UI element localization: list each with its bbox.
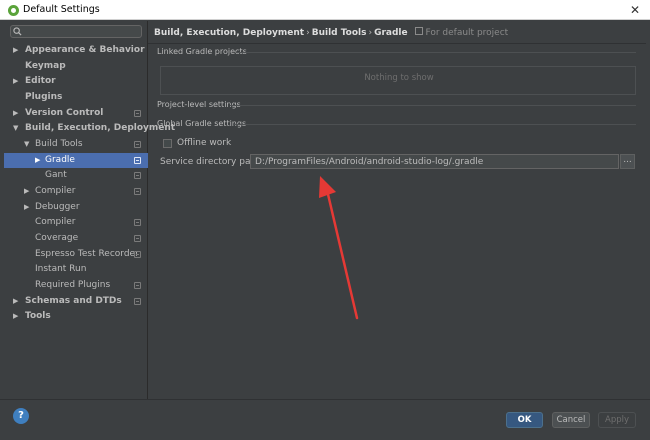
scope-label: For default project [414,27,509,38]
linked-projects-list[interactable]: Nothing to show [160,66,636,95]
header-divider [148,43,646,44]
sidebar-item-label: Schemas and DTDs [25,296,122,306]
breadcrumb-item: Build Tools [311,28,367,38]
collapsed-arrow-icon[interactable]: ▶ [13,43,18,58]
service-directory-field[interactable]: D:/ProgramFiles/Android/android-studio-l… [250,154,619,169]
sidebar-item[interactable]: ▶ Debugger [4,200,148,215]
expanded-arrow-icon[interactable]: ▼ [24,137,29,152]
sidebar-item[interactable]: ▼ Build Tools [4,137,148,152]
sidebar-item[interactable]: Gant [4,168,148,183]
sidebar-item-label: Compiler [35,217,76,227]
sidebar-item[interactable]: ▶ Editor [4,74,148,89]
sidebar-item-label: Editor [25,76,56,86]
footer-divider [0,399,650,400]
collapsed-arrow-icon[interactable]: ▶ [13,294,18,309]
project-config-icon [134,219,141,226]
search-icon [13,27,22,36]
sidebar-item-label: Appearance & Behavior [25,45,145,55]
sidebar-item-label: Version Control [25,108,104,118]
cancel-button[interactable]: Cancel [552,412,590,428]
android-studio-logo-icon [8,5,19,16]
sidebar-item[interactable]: Keymap [4,59,148,74]
empty-list-text: Nothing to show [364,73,434,83]
browse-button[interactable]: ... [620,154,635,169]
project-config-icon [134,157,141,164]
project-level-heading: Project-level settings [157,100,241,109]
help-icon[interactable]: ? [13,408,29,424]
sidebar-item-label: Build, Execution, Deployment [25,123,176,133]
project-config-icon [134,172,141,179]
apply-button[interactable]: Apply [598,412,636,428]
collapsed-arrow-icon[interactable]: ▶ [13,106,18,121]
red-arrow-annotation [319,176,359,320]
window-title: Default Settings [23,4,100,15]
sidebar-item[interactable]: Required Plugins [4,278,148,293]
settings-search-input[interactable] [10,25,142,38]
sidebar-item[interactable]: Coverage [4,231,148,246]
service-directory-value: D:/ProgramFiles/Android/android-studio-l… [255,157,484,167]
close-button[interactable]: ✕ [626,2,644,18]
sidebar-item[interactable]: ▶ Appearance & Behavior [4,43,148,58]
breadcrumb: Build, Execution, Deployment › Build Tools… [154,27,508,38]
project-config-icon [134,298,141,305]
sidebar-item-label: Gant [45,170,67,180]
sidebar-item-label: Keymap [25,61,66,71]
collapsed-arrow-icon[interactable]: ▶ [13,74,18,89]
sidebar-item-label: Plugins [25,92,63,102]
project-config-icon [134,188,141,195]
breadcrumb-item: Gradle [374,28,408,38]
sidebar-item[interactable]: Compiler [4,215,148,230]
collapsed-arrow-icon[interactable]: ▶ [35,153,40,168]
sidebar-item-label: Espresso Test Recorder [35,249,139,259]
service-directory-label: Service directory path: [160,157,263,167]
sidebar-item[interactable]: ▶ Gradle [4,153,148,168]
sidebar-item-label: Gradle [45,155,75,165]
breadcrumb-item: Build, Execution, Deployment [154,28,305,38]
expanded-arrow-icon[interactable]: ▼ [13,121,18,136]
project-config-icon [134,235,141,242]
offline-work-checkbox[interactable] [163,139,172,148]
project-config-icon [134,251,141,258]
sidebar-item[interactable]: ▶ Version Control [4,106,148,121]
project-config-icon [134,110,141,117]
project-scope-icon [414,27,423,35]
title-bar: Default Settings ✕ [0,0,650,20]
section-divider [230,105,636,106]
sidebar-item[interactable]: ▶ Schemas and DTDs [4,294,148,309]
section-divider [233,124,636,125]
sidebar-item[interactable]: ▼ Build, Execution, Deployment [4,121,175,136]
sidebar-item[interactable]: ▶ Compiler [4,184,148,199]
sidebar-item[interactable]: Plugins [4,90,148,105]
sidebar-item-label: Debugger [35,202,80,212]
ok-button[interactable]: OK [506,412,543,428]
sidebar-item-label: Compiler [35,186,76,196]
project-config-icon [134,282,141,289]
section-divider [236,52,636,53]
sidebar-item[interactable]: Espresso Test Recorder [4,247,148,262]
breadcrumb-separator: › [368,28,373,38]
collapsed-arrow-icon[interactable]: ▶ [24,184,29,199]
sidebar-item-label: Tools [25,311,51,321]
breadcrumb-separator: › [306,28,310,38]
sidebar-item-label: Required Plugins [35,280,111,290]
sidebar-item-label: Coverage [35,233,79,243]
sidebar-item[interactable]: ▶ Tools [4,309,148,324]
sidebar-item-label: Instant Run [35,264,87,274]
scope-text: For default project [425,28,509,38]
sidebar-item[interactable]: Instant Run [4,262,148,277]
sidebar-item-label: Build Tools [35,139,83,149]
collapsed-arrow-icon[interactable]: ▶ [13,309,18,324]
linked-projects-heading: Linked Gradle projects [157,47,247,56]
offline-work-label: Offline work [177,138,232,148]
project-config-icon [134,141,141,148]
collapsed-arrow-icon[interactable]: ▶ [24,200,29,215]
